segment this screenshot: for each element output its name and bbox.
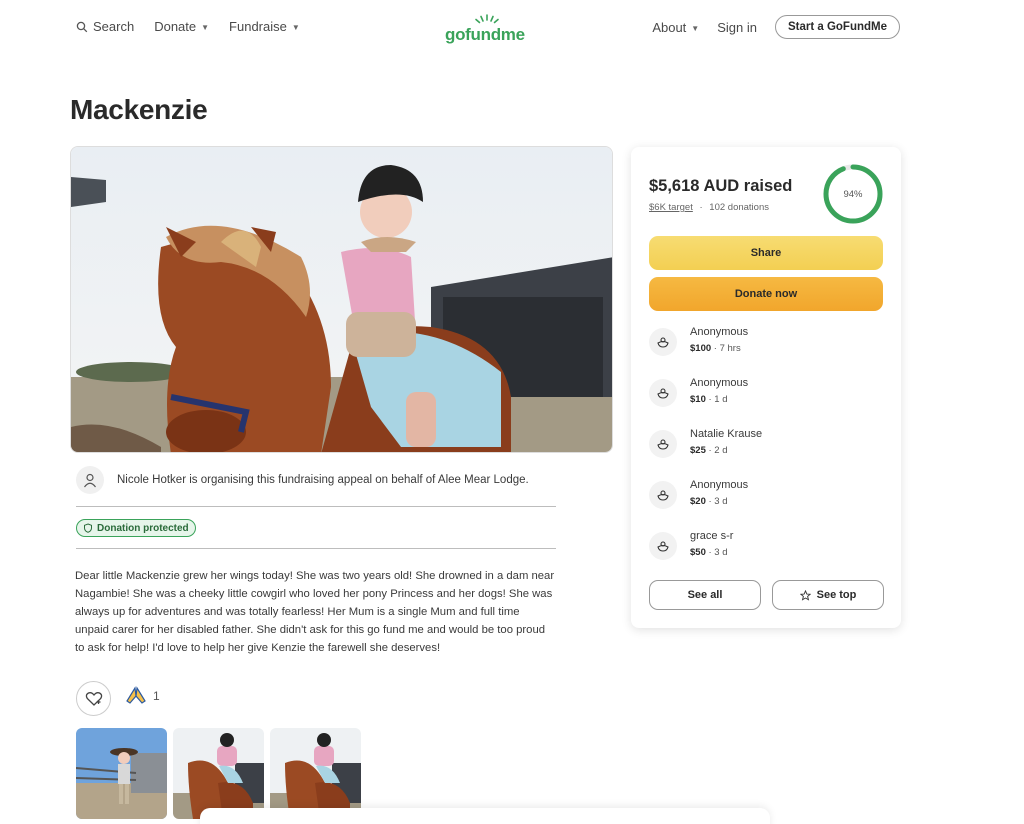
chevron-down-icon: ▼ — [201, 23, 210, 32]
nav-left: Search Donate ▼ Fundraise ▼ — [76, 19, 300, 34]
see-top-label: See top — [816, 589, 857, 601]
donor-hands-icon — [649, 379, 677, 407]
protected-label: Donation protected — [97, 522, 189, 534]
pony-photo-thumb — [173, 728, 264, 819]
signin-label: Sign in — [717, 19, 757, 35]
target-link[interactable]: $6K target — [649, 202, 693, 213]
target-line: $6K target · 102 donations — [649, 202, 769, 213]
pony-photo — [71, 147, 612, 452]
donation-amount: $100 — [690, 343, 712, 354]
organiser-row: Nicole Hotker is organising this fundrai… — [76, 466, 556, 494]
donations-count: 102 donations — [709, 202, 769, 213]
pony-photo-thumb — [270, 728, 361, 819]
donation-amount: $50 — [690, 547, 706, 558]
gallery-thumbnail[interactable] — [270, 728, 361, 819]
share-button[interactable]: Share — [649, 236, 883, 270]
donation-meta: $20 · 3 d — [690, 496, 728, 507]
about-menu-label: About — [652, 19, 687, 35]
donor-hands-icon — [649, 328, 677, 356]
heart-react-button[interactable] — [76, 681, 111, 716]
gallery-thumbnail[interactable] — [76, 728, 167, 819]
fundraise-menu-label: Fundraise — [229, 19, 287, 34]
avatar — [76, 466, 104, 494]
donate-now-button[interactable]: Donate now — [649, 277, 883, 311]
donation-time: · 1 d — [708, 394, 728, 405]
see-all-label: See all — [687, 589, 723, 601]
search-label: Search — [93, 19, 135, 34]
donation-item: Natalie Krause $25 · 2 d — [649, 428, 883, 468]
organiser-text: Nicole Hotker is organising this fundrai… — [117, 474, 529, 486]
donor-name: Natalie Krause — [690, 428, 763, 440]
signin-link[interactable]: Sign in — [717, 20, 757, 35]
heart-plus-icon — [85, 691, 102, 706]
logo-text: gofundme — [445, 25, 525, 44]
nav-right: About ▼ Sign in Start a GoFundMe — [652, 15, 900, 39]
shield-icon — [84, 523, 92, 533]
donation-amount: $25 — [690, 445, 706, 456]
donor-name: Anonymous — [690, 377, 749, 389]
donation-item: grace s-r $50 · 3 d — [649, 530, 883, 570]
pray-reaction[interactable]: 1 — [124, 686, 160, 706]
donate-menu[interactable]: Donate ▼ — [154, 19, 209, 34]
donation-amount: $20 — [690, 496, 706, 507]
donor-name: Anonymous — [690, 326, 749, 338]
donation-meta: $10 · 1 d — [690, 394, 728, 405]
donation-meta: $100 · 7 hrs — [690, 343, 741, 354]
search-link[interactable]: Search — [76, 19, 134, 34]
top-nav: Search Donate ▼ Fundraise ▼ gofundme Abo… — [0, 0, 1024, 56]
campaign-story: Dear little Mackenzie grew her wings tod… — [75, 570, 555, 654]
fundraise-menu[interactable]: Fundraise ▼ — [229, 19, 300, 34]
gallery-thumbnail[interactable] — [173, 728, 264, 819]
chevron-down-icon: ▼ — [291, 23, 300, 32]
search-icon — [76, 21, 88, 32]
donation-card: $5,618 AUD raised $6K target · 102 donat… — [631, 147, 901, 628]
donation-time: · 3 d — [708, 547, 728, 558]
donation-item: Anonymous $100 · 7 hrs — [649, 326, 883, 366]
donation-time: · 3 d — [708, 496, 728, 507]
donation-amount: $10 — [690, 394, 706, 405]
donor-name: Anonymous — [690, 479, 749, 491]
divider — [76, 506, 556, 507]
donation-time: · 7 hrs — [713, 343, 741, 354]
gofundme-logo[interactable]: gofundme — [445, 14, 529, 44]
donor-hands-icon — [649, 430, 677, 458]
chevron-down-icon: ▼ — [691, 23, 700, 33]
donate-menu-label: Donate — [154, 19, 197, 34]
about-menu[interactable]: About ▼ — [652, 20, 699, 35]
photo-gallery — [76, 728, 361, 819]
praying-hands-icon — [126, 686, 146, 704]
star-icon — [799, 589, 811, 601]
donor-hands-icon — [649, 481, 677, 509]
cowgirl-photo — [76, 728, 167, 819]
donation-protected-badge[interactable]: Donation protected — [76, 519, 196, 537]
campaign-hero-image[interactable] — [70, 146, 613, 453]
see-top-button[interactable]: See top — [772, 580, 884, 610]
donor-name: grace s-r — [690, 530, 734, 542]
progress-label: 94% — [843, 188, 863, 200]
donation-item: Anonymous $10 · 1 d — [649, 377, 883, 417]
divider — [76, 548, 556, 549]
separator: · — [699, 202, 703, 213]
donation-item: Anonymous $20 · 3 d — [649, 479, 883, 519]
start-gofundme-button[interactable]: Start a GoFundMe — [774, 15, 900, 39]
donation-meta: $25 · 2 d — [690, 445, 728, 456]
user-icon — [84, 473, 96, 488]
donor-hands-icon — [649, 532, 677, 560]
page-title: Mackenzie — [70, 94, 208, 125]
see-all-button[interactable]: See all — [649, 580, 761, 610]
amount-raised: $5,618 AUD raised — [649, 177, 793, 195]
donation-time: · 2 d — [708, 445, 728, 456]
sticky-bottom-card — [200, 808, 770, 824]
donation-meta: $50 · 3 d — [690, 547, 728, 558]
pray-count: 1 — [153, 689, 160, 703]
